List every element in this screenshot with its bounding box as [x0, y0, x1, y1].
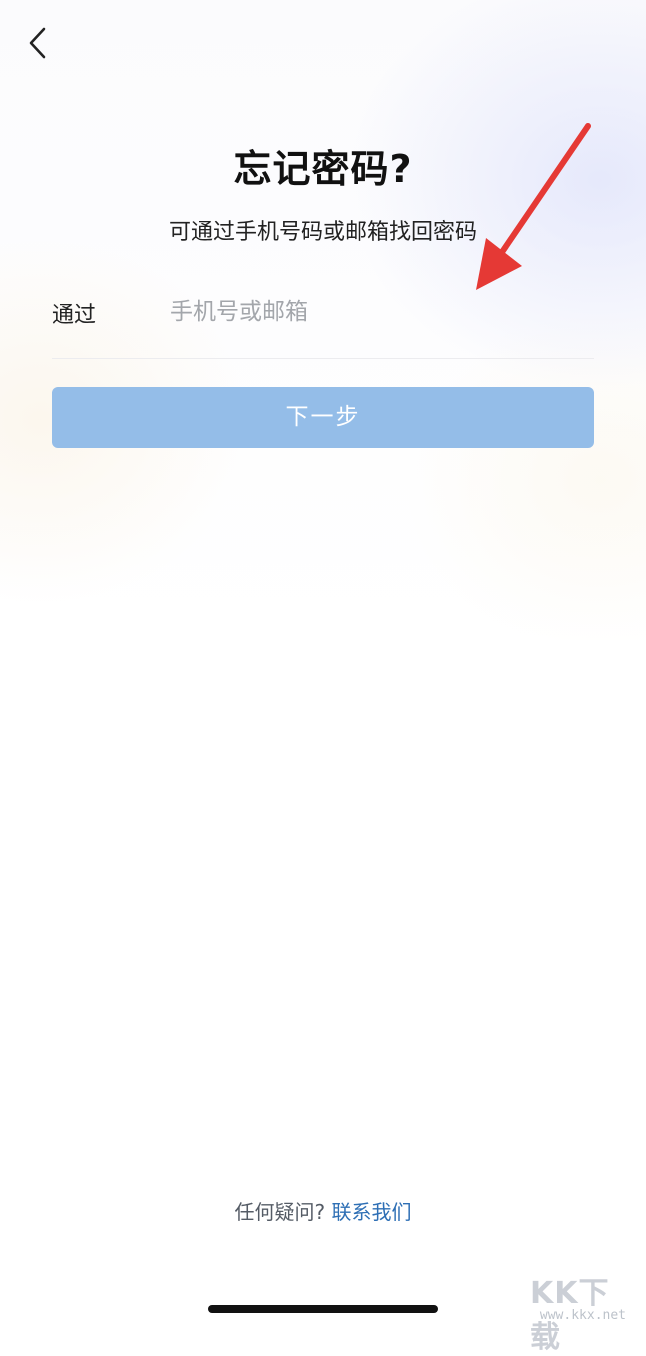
- watermark-url: www.kkx.net: [539, 1308, 626, 1323]
- next-step-button[interactable]: 下一步: [52, 387, 594, 448]
- home-indicator[interactable]: [208, 1305, 438, 1313]
- field-label: 通过: [52, 303, 97, 328]
- contact-us-link[interactable]: 联系我们: [331, 1200, 411, 1224]
- page-subtitle: 可通过手机号码或邮箱找回密码: [168, 220, 477, 245]
- watermark: KK下载 www.kkx.net: [530, 1268, 646, 1355]
- help-footer: 任何疑问? 联系我们: [0, 1196, 646, 1225]
- account-field-row: 通过: [52, 280, 594, 359]
- help-question: 任何疑问?: [234, 1200, 326, 1224]
- back-button[interactable]: [24, 26, 54, 60]
- page-title: 忘记密码?: [233, 147, 413, 191]
- chevron-left-icon: [29, 27, 46, 59]
- account-input[interactable]: [170, 292, 580, 332]
